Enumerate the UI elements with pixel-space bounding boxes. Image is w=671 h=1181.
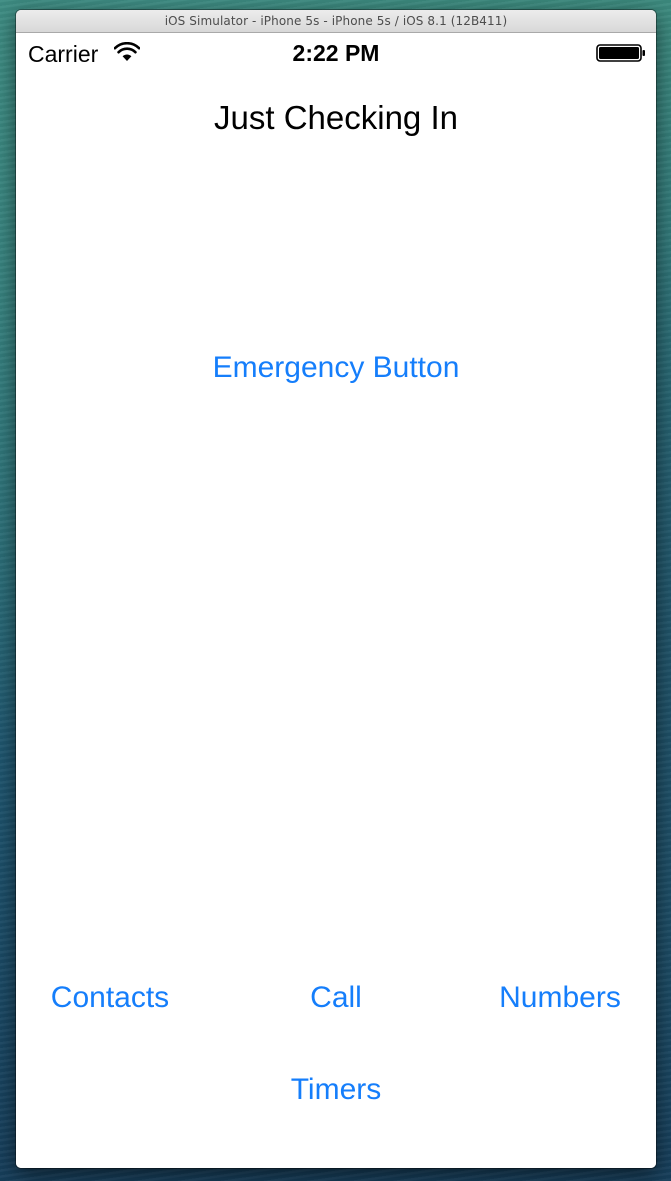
device-screen: Carrier 2:22 PM Just Checking In Emergen…: [16, 33, 656, 1168]
status-time: 2:22 PM: [292, 40, 380, 66]
battery-full-icon: [596, 44, 645, 62]
page-title: Just Checking In: [214, 99, 458, 136]
timers-button[interactable]: Timers: [261, 1073, 411, 1107]
contacts-button[interactable]: Contacts: [36, 981, 184, 1015]
window-title: iOS Simulator - iPhone 5s - iPhone 5s / …: [164, 14, 508, 28]
window-title-bar[interactable]: iOS Simulator - iPhone 5s - iPhone 5s / …: [16, 10, 656, 33]
call-button[interactable]: Call: [286, 981, 386, 1015]
status-bar: Carrier 2:22 PM: [16, 33, 656, 73]
emergency-button[interactable]: Emergency Button: [136, 351, 536, 385]
numbers-button[interactable]: Numbers: [490, 981, 630, 1015]
simulator-window: iOS Simulator - iPhone 5s - iPhone 5s / …: [16, 10, 656, 1168]
